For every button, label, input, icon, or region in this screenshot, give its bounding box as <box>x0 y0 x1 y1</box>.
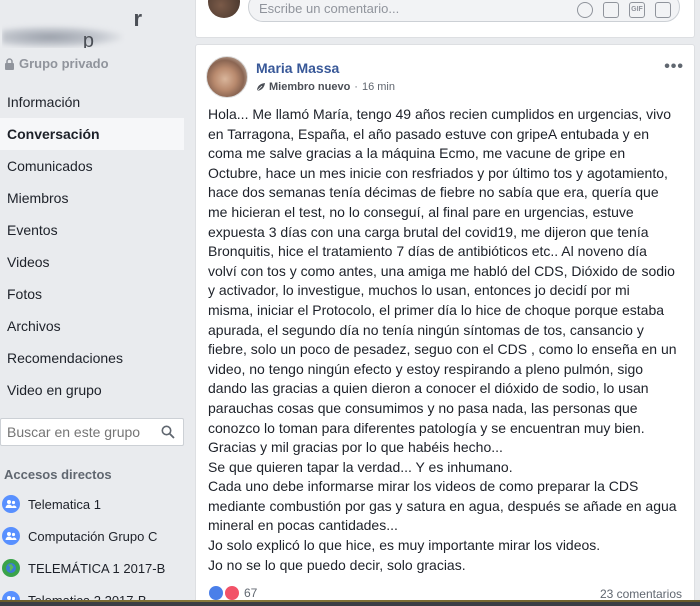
bottom-bar-accent <box>0 600 700 602</box>
more-options-button[interactable]: ••• <box>664 58 684 76</box>
privacy-label: Grupo privado <box>19 56 109 71</box>
shortcut-item[interactable]: Computación Grupo C <box>2 520 188 552</box>
love-reaction-icon <box>224 585 240 601</box>
search-icon[interactable] <box>161 425 175 439</box>
shortcut-item[interactable]: TELEMÁTICA 1 2017-B <box>2 552 188 584</box>
leaf-icon <box>256 83 265 92</box>
author-avatar[interactable] <box>206 56 248 98</box>
bottom-bar <box>0 600 700 606</box>
post-paragraph: Jo solo explicó lo que hice, es muy impo… <box>208 537 601 554</box>
shortcut-label: Computación Grupo C <box>28 528 158 544</box>
group-name-fragment: r <box>133 6 142 31</box>
group-name-fragment-2: p <box>82 30 94 48</box>
nav-item-informacion[interactable]: Información <box>0 86 184 118</box>
sticker-icon[interactable] <box>655 2 671 18</box>
post-paragraph: Gracias y mil gracias por lo que habéis … <box>208 439 503 456</box>
member-badge-label: Miembro nuevo <box>269 81 351 93</box>
nav-item-miembros[interactable]: Miembros <box>0 182 184 214</box>
post-paragraph: Hola... Me llamó María, tengo 49 años re… <box>208 106 677 436</box>
group-privacy: Grupo privado <box>4 56 109 71</box>
post-card: Maria Massa Miembro nuevo · 16 min ••• H… <box>195 44 695 606</box>
gif-icon[interactable]: GIF <box>629 2 645 18</box>
camera-icon[interactable] <box>603 2 619 18</box>
comment-placeholder: Escribe un comentario... <box>259 1 400 16</box>
post-body: Hola... Me llamó María, tengo 49 años re… <box>208 105 678 575</box>
nav-item-fotos[interactable]: Fotos <box>0 278 184 310</box>
meta-separator: · <box>354 81 358 93</box>
group-name[interactable]: r p <box>2 4 152 48</box>
previous-post-footer: Escribe un comentario... GIF <box>195 0 695 38</box>
comment-input[interactable]: Escribe un comentario... GIF <box>248 0 680 22</box>
author-name[interactable]: Maria Massa <box>256 60 339 76</box>
nav-item-eventos[interactable]: Eventos <box>0 214 184 246</box>
group-name-redacted <box>2 26 122 48</box>
shortcut-label: TELEMÁTICA 1 2017-B <box>28 560 166 576</box>
post-paragraph: Cada uno debe informarse mirar los video… <box>208 478 677 534</box>
group-nav: Información Conversación Comunicados Mie… <box>0 86 184 406</box>
post-time[interactable]: 16 min <box>362 81 395 93</box>
reaction-count: 67 <box>244 586 258 600</box>
post-meta: Miembro nuevo · 16 min <box>256 81 395 93</box>
shortcut-label: Telematica 1 <box>28 496 101 512</box>
group-icon <box>2 495 20 513</box>
post-paragraph: Se que quieren tapar la verdad... Y es i… <box>208 458 513 475</box>
member-badge: Miembro nuevo <box>256 81 350 93</box>
lock-icon <box>5 57 14 70</box>
nav-item-recomendaciones[interactable]: Recomendaciones <box>0 342 184 374</box>
sidebar: r p Grupo privado Información Conversaci… <box>0 0 188 606</box>
post-paragraph: Jo no se lo que puedo decir, solo gracia… <box>208 556 466 573</box>
nav-item-comunicados[interactable]: Comunicados <box>0 150 184 182</box>
nav-item-archivos[interactable]: Archivos <box>0 310 184 342</box>
nav-item-videos[interactable]: Videos <box>0 246 184 278</box>
nav-item-video-en-grupo[interactable]: Video en grupo <box>0 374 184 406</box>
reactions-summary[interactable]: 67 <box>208 585 257 601</box>
globe-icon <box>2 559 20 577</box>
group-search-input[interactable] <box>1 419 151 445</box>
comment-tools: GIF <box>577 2 671 18</box>
shortcut-item[interactable]: Telematica 1 <box>2 488 188 520</box>
group-search <box>0 418 184 446</box>
emoji-icon[interactable] <box>577 2 593 18</box>
nav-item-conversacion[interactable]: Conversación <box>0 118 184 150</box>
avatar <box>208 0 240 18</box>
shortcuts-list: Telematica 1 Computación Grupo C TELEMÁT… <box>2 488 188 606</box>
like-reaction-icon <box>208 585 224 601</box>
shortcuts-title: Accesos directos <box>4 467 112 482</box>
group-icon <box>2 527 20 545</box>
comments-count-link[interactable]: 23 comentarios <box>600 587 682 601</box>
